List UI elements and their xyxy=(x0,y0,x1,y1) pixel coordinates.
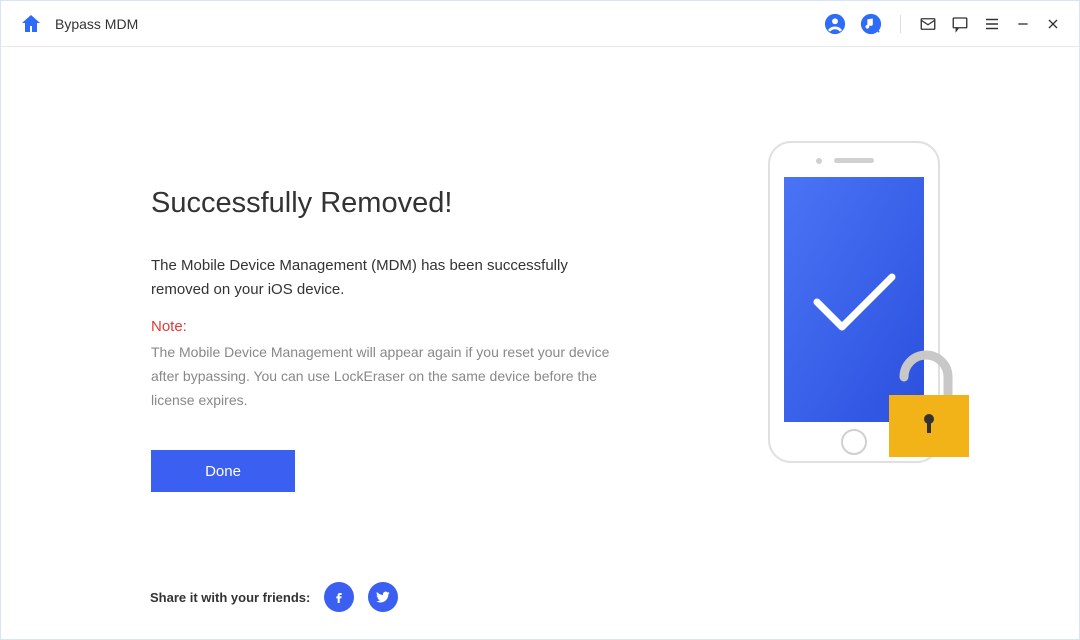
illustration xyxy=(621,117,989,497)
page-title: Bypass MDM xyxy=(55,16,138,32)
success-description: The Mobile Device Management (MDM) has b… xyxy=(151,254,621,302)
done-button[interactable]: Done xyxy=(151,450,295,492)
twitter-icon[interactable] xyxy=(368,582,398,612)
mail-icon[interactable] xyxy=(919,15,937,33)
account-icon[interactable] xyxy=(824,13,846,35)
success-heading: Successfully Removed! xyxy=(151,187,621,220)
share-label: Share it with your friends: xyxy=(150,590,310,605)
facebook-icon[interactable] xyxy=(324,582,354,612)
close-icon[interactable] xyxy=(1045,16,1061,32)
chat-icon[interactable] xyxy=(951,15,969,33)
home-icon[interactable] xyxy=(19,12,43,36)
note-text: The Mobile Device Management will appear… xyxy=(151,341,621,412)
music-icon[interactable] xyxy=(860,13,882,35)
menu-icon[interactable] xyxy=(983,15,1001,33)
header-divider xyxy=(900,15,901,33)
note-label: Note: xyxy=(151,318,621,335)
minimize-icon[interactable] xyxy=(1015,16,1031,32)
